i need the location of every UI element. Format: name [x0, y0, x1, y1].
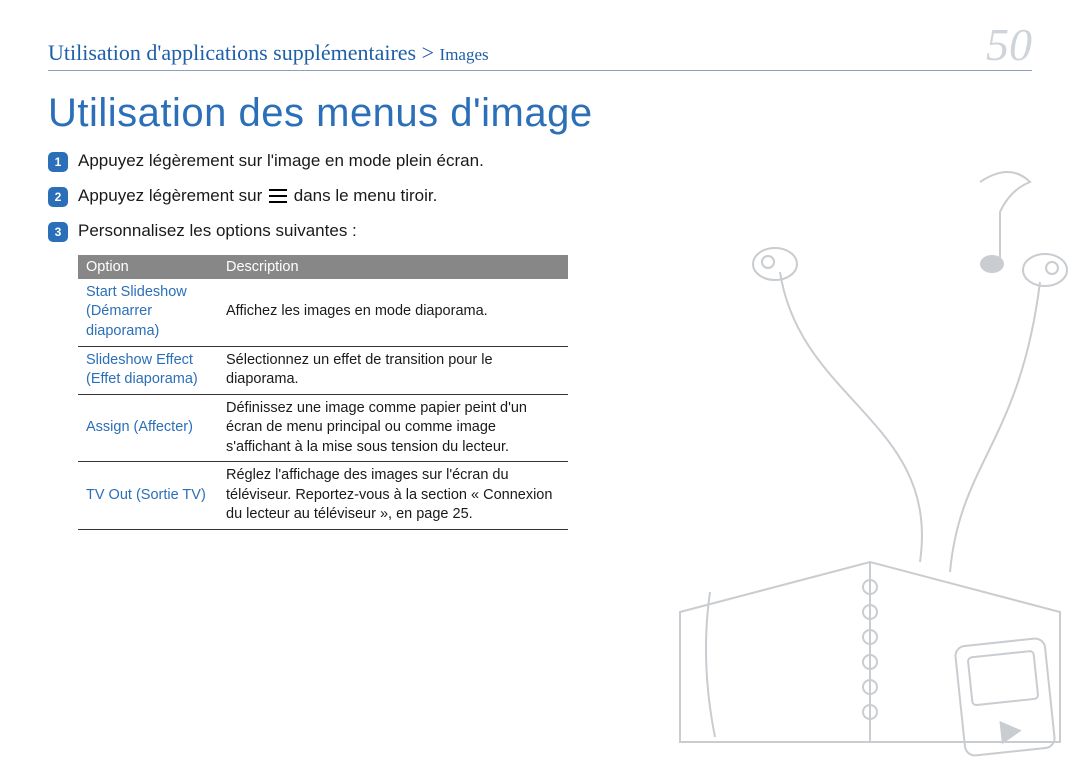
table-head-description: Description — [218, 255, 568, 279]
step-text-after: dans le menu tiroir. — [294, 186, 438, 205]
table-row: TV Out (Sortie TV) Réglez l'affichage de… — [78, 462, 568, 530]
step-number-badge: 1 — [48, 152, 68, 172]
option-label: Start Slideshow (Démarrer diaporama) — [78, 279, 218, 346]
option-desc: Réglez l'affichage des images sur l'écra… — [218, 462, 568, 530]
option-desc: Définissez une image comme papier peint … — [218, 394, 568, 462]
option-label: Assign (Affecter) — [78, 394, 218, 462]
step-text-before: Appuyez légèrement sur — [78, 186, 267, 205]
decorative-illustration — [620, 142, 1080, 762]
option-desc: Sélectionnez un effet de transition pour… — [218, 346, 568, 394]
table-row: Start Slideshow (Démarrer diaporama) Aff… — [78, 279, 568, 346]
option-label: Slideshow Effect (Effet diaporama) — [78, 346, 218, 394]
section-heading: Utilisation des menus d'image — [48, 91, 1032, 136]
option-desc: Affichez les images en mode diaporama. — [218, 279, 568, 346]
options-table: Option Description Start Slideshow (Déma… — [78, 255, 568, 530]
breadcrumb-sub: Images — [440, 45, 489, 64]
page-number: 50 — [986, 22, 1032, 68]
breadcrumb-main: Utilisation d'applications supplémentair… — [48, 40, 416, 65]
step-2: 2 Appuyez légèrement sur dans le menu ti… — [48, 185, 568, 208]
breadcrumb-sep: > — [416, 40, 439, 65]
step-3: 3 Personnalisez les options suivantes : — [48, 220, 568, 243]
table-head-option: Option — [78, 255, 218, 279]
table-row: Slideshow Effect (Effet diaporama) Sélec… — [78, 346, 568, 394]
step-text: Appuyez légèrement sur l'image en mode p… — [78, 150, 484, 173]
step-number-badge: 2 — [48, 187, 68, 207]
step-1: 1 Appuyez légèrement sur l'image en mode… — [48, 150, 568, 173]
step-text: Personnalisez les options suivantes : — [78, 220, 357, 243]
option-label: TV Out (Sortie TV) — [78, 462, 218, 530]
hamburger-icon — [269, 189, 287, 203]
step-number-badge: 3 — [48, 222, 68, 242]
breadcrumb: Utilisation d'applications supplémentair… — [48, 40, 489, 66]
page-header: Utilisation d'applications supplémentair… — [48, 22, 1032, 71]
table-row: Assign (Affecter) Définissez une image c… — [78, 394, 568, 462]
table-head-row: Option Description — [78, 255, 568, 279]
step-text: Appuyez légèrement sur dans le menu tiro… — [78, 185, 437, 208]
